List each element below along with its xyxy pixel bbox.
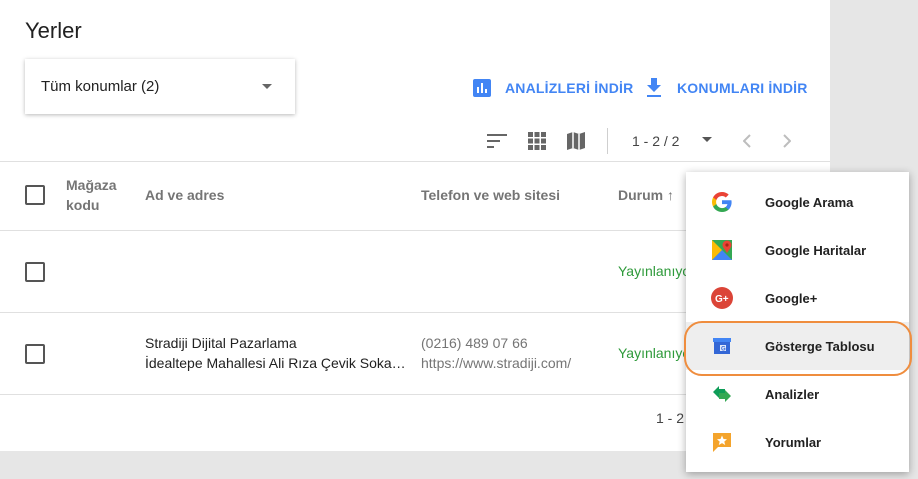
analytics-arrows-icon (713, 386, 731, 402)
table-top-divider (0, 161, 830, 162)
previous-page-icon[interactable] (737, 130, 757, 152)
column-header-name-address[interactable]: Ad ve adres (145, 185, 224, 205)
next-page-icon[interactable] (777, 130, 797, 152)
pager-range: 1 - 2 / 2 (632, 133, 680, 149)
row-name: Stradiji Dijital Pazarlama (145, 335, 297, 351)
grid-view-icon[interactable] (526, 130, 548, 152)
menu-item-analytics[interactable]: Analizler (686, 370, 909, 418)
svg-text:G+: G+ (715, 294, 729, 305)
reviews-star-icon (713, 433, 731, 452)
menu-item-google-maps[interactable]: Google Haritalar (686, 226, 909, 274)
svg-text:G: G (721, 347, 726, 353)
column-header-status[interactable]: Durum ↑ (618, 185, 674, 205)
menu-item-dashboard[interactable]: G Gösterge Tablosu (686, 322, 909, 370)
store-code-header-line1: Mağaza (66, 177, 117, 193)
sort-icon[interactable] (486, 130, 508, 152)
column-header-store-code[interactable]: Mağaza kodu (66, 175, 117, 215)
menu-item-label: Google Arama (765, 194, 854, 210)
menu-item-label: Yorumlar (765, 434, 822, 450)
menu-item-label: Analizler (765, 386, 820, 402)
bar-chart-icon (473, 79, 491, 97)
store-code-header-line2: kodu (66, 197, 100, 213)
view-on-menu: Google Arama Google Haritalar G+ Google+… (686, 172, 909, 472)
row-address: İdealtepe Mahallesi Ali Rıza Çevik Soka… (145, 355, 406, 371)
chevron-down-icon (262, 84, 272, 89)
google-maps-icon (712, 240, 732, 260)
menu-item-google-search[interactable]: Google Arama (686, 178, 909, 226)
row-website[interactable]: https://www.stradiji.com/ (421, 353, 571, 373)
row-status: Yayınlanıyor (618, 345, 695, 361)
location-filter-select[interactable]: Tüm konumlar (2) (25, 59, 295, 114)
row-checkbox[interactable] (25, 344, 45, 364)
menu-item-label: Google+ (765, 290, 818, 306)
chevron-down-icon[interactable] (702, 137, 712, 142)
menu-item-label: Google Haritalar (765, 242, 867, 258)
row-checkbox[interactable] (25, 262, 45, 282)
download-analytics-label: ANALİZLERİ İNDİR (505, 80, 634, 96)
row-phone: (0216) 489 07 66 (421, 335, 528, 351)
dashboard-icon: G (713, 338, 731, 354)
select-all-checkbox[interactable] (25, 185, 45, 205)
download-analytics-button[interactable]: ANALİZLERİ İNDİR (473, 76, 633, 100)
download-locations-button[interactable]: KONUMLARI İNDİR (645, 76, 808, 100)
column-header-phone-web[interactable]: Telefon ve web sitesi (421, 185, 560, 205)
google-plus-icon: G+ (711, 287, 733, 309)
download-icon (647, 78, 661, 97)
menu-item-reviews[interactable]: Yorumlar (686, 418, 909, 466)
location-filter-label: Tüm konumlar (2) (41, 78, 160, 95)
row-status: Yayınlanıyor (618, 263, 695, 279)
menu-item-label: Gösterge Tablosu (765, 338, 875, 354)
map-view-icon[interactable] (565, 130, 587, 152)
toolbar-divider (607, 128, 608, 154)
page-title: Yerler (25, 18, 82, 43)
google-g-icon (712, 192, 732, 212)
download-locations-label: KONUMLARI İNDİR (677, 80, 808, 96)
menu-item-google-plus[interactable]: G+ Google+ (686, 274, 909, 322)
